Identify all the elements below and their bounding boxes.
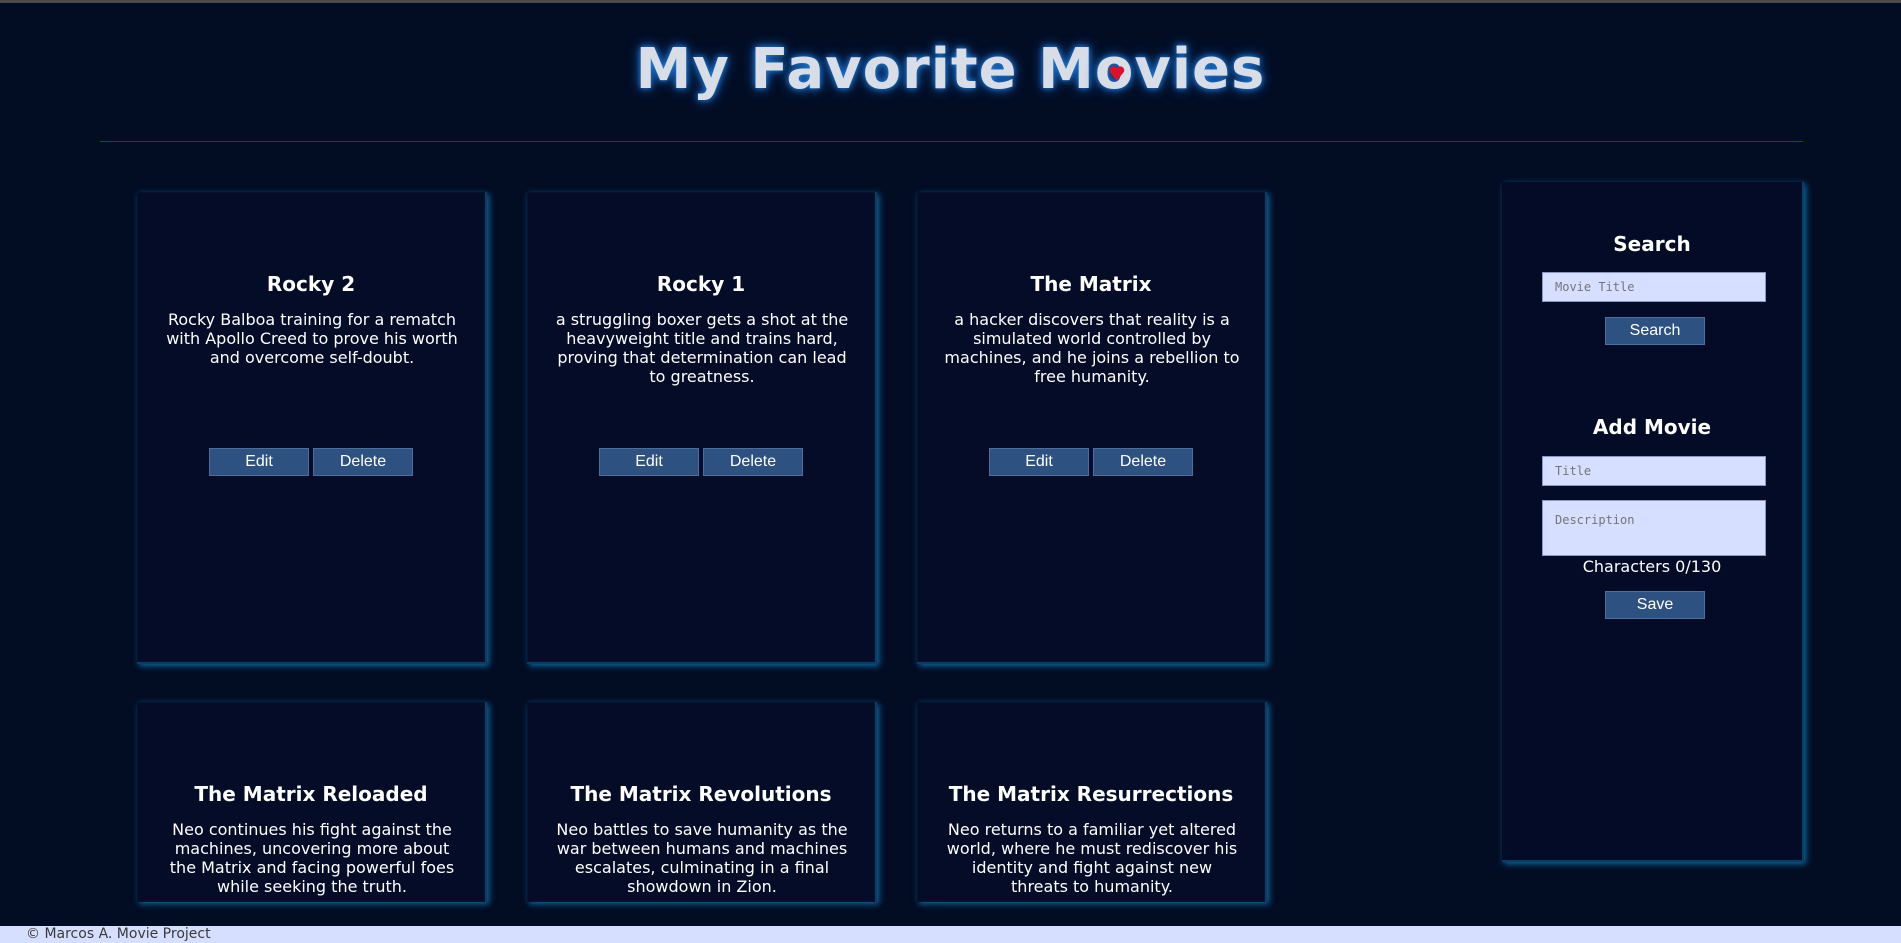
search-button[interactable]: Search [1605,317,1705,345]
movie-actions: Edit Delete [137,448,485,476]
description-textarea[interactable] [1542,500,1766,556]
movie-description: Neo returns to a familiar yet altered wo… [946,820,1238,896]
edit-button[interactable]: Edit [989,448,1089,476]
delete-button[interactable]: Delete [1093,448,1193,476]
character-counter: Characters 0/130 [1582,557,1722,576]
movie-title: Rocky 2 [266,272,356,296]
movie-title: The Matrix Revolutions [570,782,832,806]
edit-button[interactable]: Edit [209,448,309,476]
movie-description: Rocky Balboa training for a rematch with… [166,310,458,367]
page-title: My Favorite Movies [0,37,1901,102]
movie-card: The Matrix Revolutions Neo battles to sa… [527,702,877,902]
movie-title: The Matrix Resurrections [948,782,1234,806]
delete-button[interactable]: Delete [703,448,803,476]
movie-description: Neo continues his fight against the mach… [169,820,455,896]
movie-actions: Edit Delete [527,448,875,476]
delete-button[interactable]: Delete [313,448,413,476]
title-text-end: vies [1134,37,1266,102]
save-button[interactable]: Save [1605,591,1705,619]
movie-title: Rocky 1 [656,272,746,296]
search-input[interactable] [1542,272,1766,302]
sidebar-panel: Search Search Add Movie Characters 0/130… [1502,182,1804,862]
movie-card: The Matrix Resurrections Neo returns to … [917,702,1267,902]
movie-description: a hacker discovers that reality is a sim… [944,310,1240,386]
movie-card: Rocky 1 a struggling boxer gets a shot a… [527,192,877,664]
movie-title: The Matrix Reloaded [194,782,428,806]
search-heading: Search [1613,232,1691,256]
movie-card: Rocky 2 Rocky Balboa training for a rema… [137,192,487,664]
movie-title: The Matrix [1030,272,1152,296]
header-divider [100,141,1803,142]
movie-description: a struggling boxer gets a shot at the he… [555,310,849,386]
edit-button[interactable]: Edit [599,448,699,476]
title-o-with-heart: o [1095,37,1134,102]
title-text-start: My Favorite M [635,37,1095,102]
footer: © Marcos A. Movie Project [0,926,1901,943]
movie-card: The Matrix a hacker discovers that reali… [917,192,1267,664]
page-header: My Favorite Movies [0,3,1901,141]
movie-actions: Edit Delete [917,448,1265,476]
title-input[interactable] [1542,456,1766,486]
movie-card: The Matrix Reloaded Neo continues his fi… [137,702,487,902]
heart-icon [1108,65,1124,81]
movie-description: Neo battles to save humanity as the war … [556,820,848,896]
add-movie-heading: Add Movie [1592,415,1712,439]
